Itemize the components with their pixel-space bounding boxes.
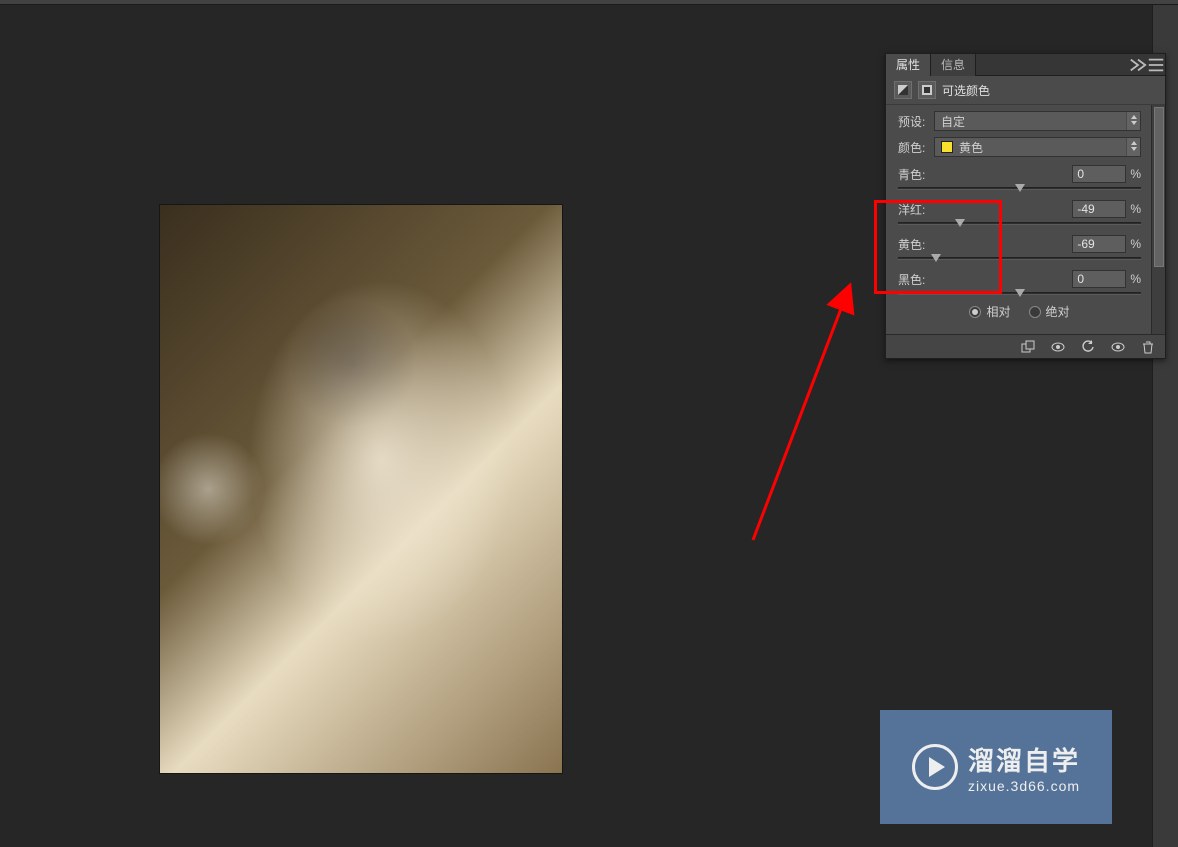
tab-info[interactable]: 信息: [931, 54, 976, 76]
pct-label: %: [1130, 202, 1141, 216]
yellow-slider-thumb[interactable]: [931, 254, 941, 262]
yellow-label: 黄色:: [898, 236, 925, 253]
watermark-title: 溜溜自学: [968, 741, 1080, 778]
radio-absolute-label: 绝对: [1046, 303, 1070, 320]
pct-label: %: [1130, 167, 1141, 181]
cyan-input[interactable]: [1072, 165, 1126, 183]
cyan-slider-track[interactable]: [898, 187, 1141, 190]
color-swatch: [941, 141, 953, 153]
preset-value: 自定: [941, 113, 965, 130]
black-label: 黑色:: [898, 271, 925, 288]
black-slider-track[interactable]: [898, 292, 1141, 295]
chevron-updown-icon: [1126, 112, 1140, 130]
pct-label: %: [1130, 237, 1141, 251]
panel-footer: [886, 334, 1165, 358]
panel-body: 预设: 自定 颜色: 黄色 青色: %: [886, 105, 1165, 334]
pct-label: %: [1130, 272, 1141, 286]
preset-dropdown[interactable]: 自定: [934, 111, 1141, 131]
view-previous-icon[interactable]: [1047, 338, 1069, 356]
method-radio-group: 相对 绝对: [898, 303, 1157, 320]
slider-yellow: 黄色: %: [898, 233, 1157, 260]
radio-icon: [969, 306, 981, 318]
panel-title: 可选颜色: [942, 82, 990, 99]
cyan-label: 青色:: [898, 166, 925, 183]
slider-black: 黑色: %: [898, 268, 1157, 295]
collapse-panel-icon[interactable]: [1129, 54, 1147, 76]
black-input[interactable]: [1072, 270, 1126, 288]
radio-relative[interactable]: 相对: [969, 303, 1010, 320]
slider-magenta: 洋红: %: [898, 198, 1157, 225]
radio-absolute[interactable]: 绝对: [1029, 303, 1070, 320]
magenta-label: 洋红:: [898, 201, 925, 218]
panel-header: 可选颜色: [886, 76, 1165, 105]
clip-to-layer-icon[interactable]: [1017, 338, 1039, 356]
cyan-slider-thumb[interactable]: [1015, 184, 1025, 192]
chevron-updown-icon: [1126, 138, 1140, 156]
magenta-slider-track[interactable]: [898, 222, 1141, 225]
color-dropdown[interactable]: 黄色: [934, 137, 1141, 157]
color-value: 黄色: [959, 139, 983, 156]
black-slider-thumb[interactable]: [1015, 289, 1025, 297]
visibility-icon[interactable]: [1107, 338, 1129, 356]
panel-menu-icon[interactable]: [1147, 54, 1165, 76]
mask-icon[interactable]: [918, 81, 936, 99]
play-icon: [912, 744, 958, 790]
watermark: 溜溜自学 zixue.3d66.com: [880, 710, 1112, 824]
preset-label: 预设:: [898, 113, 934, 130]
yellow-slider-track[interactable]: [898, 257, 1141, 260]
magenta-slider-thumb[interactable]: [955, 219, 965, 227]
radio-icon: [1029, 306, 1041, 318]
reset-icon[interactable]: [1077, 338, 1099, 356]
document-image[interactable]: [160, 205, 562, 773]
tab-properties[interactable]: 属性: [886, 54, 931, 76]
radio-relative-label: 相对: [986, 303, 1010, 320]
magenta-input[interactable]: [1072, 200, 1126, 218]
properties-panel: 属性 信息 可选颜色 预设: 自定 颜色:: [885, 53, 1166, 359]
yellow-input[interactable]: [1072, 235, 1126, 253]
watermark-url: zixue.3d66.com: [968, 778, 1080, 794]
slider-cyan: 青色: %: [898, 163, 1157, 190]
trash-icon[interactable]: [1137, 338, 1159, 356]
panel-tab-bar: 属性 信息: [886, 54, 1165, 76]
adjustment-icon: [894, 81, 912, 99]
color-label: 颜色:: [898, 139, 934, 156]
